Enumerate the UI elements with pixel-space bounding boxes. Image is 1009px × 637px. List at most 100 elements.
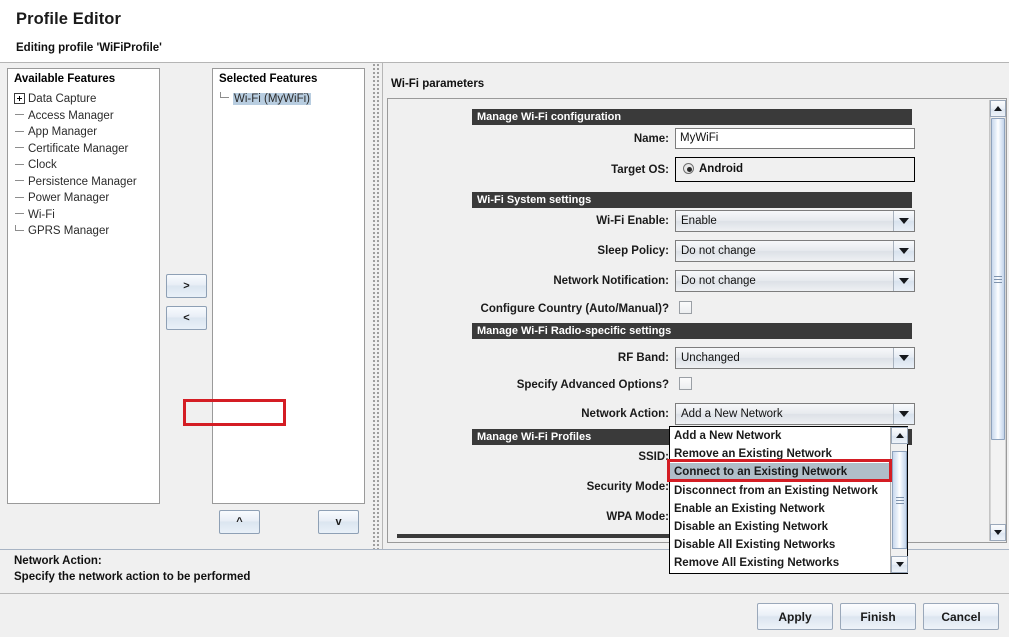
section-header-manage-config: Manage Wi-Fi configuration (472, 109, 912, 125)
dropdown-option-disconnect-from-existing-network[interactable]: Disconnect from an Existing Network (670, 482, 891, 500)
chevron-down-icon[interactable] (893, 348, 914, 368)
tree-branch-icon (14, 126, 25, 137)
tree-item-gprs-manager[interactable]: GPRS Manager (14, 223, 159, 240)
window-header: Profile Editor Editing profile 'WiFiProf… (0, 0, 1009, 63)
dialog-footer: Apply Finish Cancel (0, 593, 1009, 637)
name-input[interactable]: MyWiFi (675, 128, 915, 149)
sleep-policy-dropdown[interactable]: Do not change (675, 240, 915, 262)
tree-item-app-manager[interactable]: App Manager (14, 124, 159, 141)
expand-plus-icon[interactable] (14, 93, 25, 104)
tree-item-label: GPRS Manager (28, 225, 109, 237)
network-notification-value: Do not change (681, 275, 756, 287)
target-os-radio-group[interactable]: Android (675, 157, 915, 182)
add-feature-button[interactable]: > (166, 274, 207, 298)
tree-item-label: Power Manager (28, 192, 109, 204)
sleep-policy-value: Do not change (681, 245, 756, 257)
rf-band-value: Unchanged (681, 352, 740, 364)
dropdown-option-add-new-network[interactable]: Add a New Network (670, 427, 891, 445)
label-configure-country: Configure Country (Auto/Manual)? (469, 303, 669, 315)
scroll-down-button[interactable] (990, 524, 1006, 541)
section-header-radio-settings: Manage Wi-Fi Radio-specific settings (472, 323, 912, 339)
label-specify-advanced: Specify Advanced Options? (469, 379, 669, 391)
editing-profile-subtitle: Editing profile 'WiFiProfile' (16, 42, 162, 54)
tree-item-label: Clock (28, 159, 57, 171)
chevron-down-icon[interactable] (893, 271, 914, 291)
selected-feature-item[interactable]: Wi-Fi (MyWiFi) (219, 91, 311, 108)
rf-band-dropdown[interactable]: Unchanged (675, 347, 915, 369)
dropdown-option-list[interactable]: Add a New Network Remove an Existing Net… (670, 427, 891, 573)
tree-branch-icon (14, 192, 25, 203)
status-field-description: Specify the network action to be perform… (14, 571, 250, 583)
scrollbar-grip-icon (896, 497, 904, 504)
dropdown-option-disable-all-existing-networks[interactable]: Disable All Existing Networks (670, 536, 891, 554)
tree-item-certificate-manager[interactable]: Certificate Manager (14, 141, 159, 158)
network-action-dropdown[interactable]: Add a New Network (675, 403, 915, 425)
tree-item-wi-fi[interactable]: Wi-Fi (14, 207, 159, 224)
label-name: Name: (509, 133, 669, 145)
scrollbar-thumb[interactable] (991, 118, 1005, 440)
move-down-button[interactable]: v (318, 510, 359, 534)
radio-selected-icon[interactable] (683, 163, 694, 174)
status-field-name: Network Action: (14, 555, 102, 567)
label-wifi-enable: Wi-Fi Enable: (489, 215, 669, 227)
tree-branch-end-icon (219, 92, 230, 103)
specify-advanced-checkbox[interactable] (679, 377, 692, 390)
tree-branch-end-icon (14, 225, 25, 236)
tree-item-label: Data Capture (28, 93, 96, 105)
tree-item-clock[interactable]: Clock (14, 157, 159, 174)
target-os-value: Android (699, 163, 743, 175)
tree-item-label: App Manager (28, 126, 97, 138)
label-sleep-policy: Sleep Policy: (489, 245, 669, 257)
network-action-value: Add a New Network (681, 408, 783, 420)
tree-item-label: Wi-Fi (28, 209, 55, 221)
dropdown-scrollbar-thumb[interactable] (892, 451, 907, 549)
tree-item-persistence-manager[interactable]: Persistence Manager (14, 174, 159, 191)
finish-button[interactable]: Finish (840, 603, 916, 630)
label-ssid: SSID: (489, 451, 669, 463)
dropdown-option-disable-existing-network[interactable]: Disable an Existing Network (670, 518, 891, 536)
tree-item-data-capture[interactable]: Data Capture (14, 91, 159, 108)
chevron-down-icon[interactable] (893, 241, 914, 261)
remove-feature-button[interactable]: < (166, 306, 207, 330)
available-features-tree[interactable]: Data Capture Access Manager App Manager … (14, 91, 159, 240)
dropdown-option-connect-to-existing-network[interactable]: Connect to an Existing Network (670, 463, 891, 481)
form-vertical-scrollbar[interactable] (989, 100, 1005, 541)
tree-branch-icon (14, 175, 25, 186)
dropdown-scroll-down-button[interactable] (891, 556, 908, 573)
dropdown-option-remove-existing-network[interactable]: Remove an Existing Network (670, 445, 891, 463)
section-header-system-settings: Wi-Fi System settings (472, 192, 912, 208)
network-notification-dropdown[interactable]: Do not change (675, 270, 915, 292)
network-action-dropdown-popup[interactable]: Add a New Network Remove an Existing Net… (669, 426, 908, 574)
wifi-parameters-title: Wi-Fi parameters (391, 78, 484, 90)
label-security-mode: Security Mode: (489, 481, 669, 493)
tree-item-label: Certificate Manager (28, 143, 128, 155)
scroll-up-button[interactable] (990, 100, 1006, 117)
move-up-button[interactable]: ^ (219, 510, 260, 534)
cancel-button[interactable]: Cancel (923, 603, 999, 630)
page-title: Profile Editor (16, 10, 121, 29)
available-features-panel: Available Features Data Capture Access M… (7, 68, 160, 504)
label-network-notification: Network Notification: (489, 275, 669, 287)
tree-branch-icon (14, 208, 25, 219)
profile-editor-window: Profile Editor Editing profile 'WiFiProf… (0, 0, 1009, 637)
dropdown-option-enable-existing-network[interactable]: Enable an Existing Network (670, 500, 891, 518)
tree-item-power-manager[interactable]: Power Manager (14, 190, 159, 207)
chevron-down-icon[interactable] (893, 404, 914, 424)
tree-item-access-manager[interactable]: Access Manager (14, 108, 159, 125)
dropdown-option-remove-all-existing-networks[interactable]: Remove All Existing Networks (670, 554, 891, 572)
chevron-down-icon[interactable] (893, 211, 914, 231)
selected-features-title: Selected Features (219, 73, 317, 85)
label-wpa-mode: WPA Mode: (489, 511, 669, 523)
wifi-enable-dropdown[interactable]: Enable (675, 210, 915, 232)
available-features-title: Available Features (14, 73, 115, 85)
dropdown-scroll-up-button[interactable] (891, 427, 908, 444)
configure-country-checkbox[interactable] (679, 301, 692, 314)
tree-branch-icon (14, 159, 25, 170)
wifi-enable-value: Enable (681, 215, 717, 227)
tree-item-label: Access Manager (28, 110, 114, 122)
split-pane-divider[interactable] (372, 63, 380, 549)
label-network-action: Network Action: (489, 408, 669, 420)
selected-features-panel: Selected Features Wi-Fi (MyWiFi) (212, 68, 365, 504)
apply-button[interactable]: Apply (757, 603, 833, 630)
dropdown-scrollbar[interactable] (890, 427, 907, 573)
